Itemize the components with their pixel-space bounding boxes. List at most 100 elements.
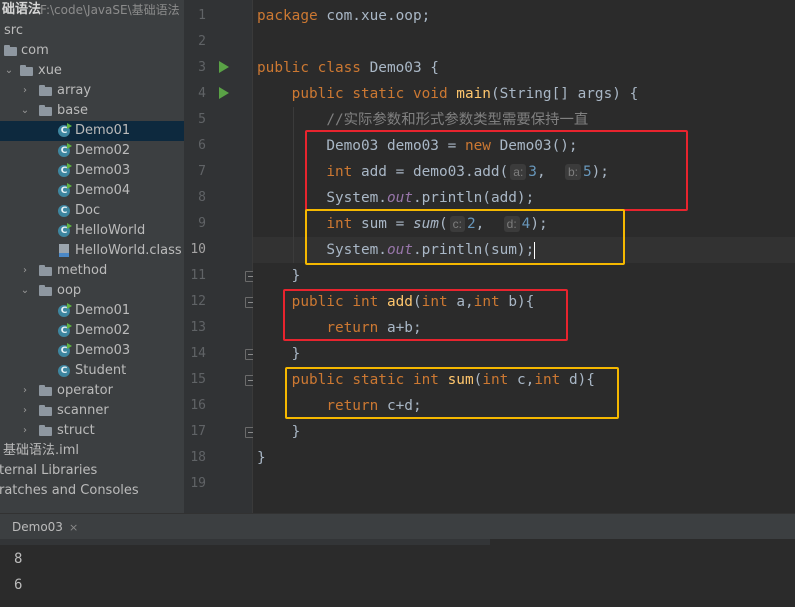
run-mark-icon [67, 343, 72, 349]
tree-item-label: HelloWorld.class [75, 243, 182, 258]
line-number: 9 [198, 216, 206, 231]
chevron-right-icon[interactable]: › [20, 81, 30, 101]
tree-item-label: xue [38, 63, 62, 78]
annotation-box-red-call [305, 130, 688, 211]
tree-item-label: Demo03 [75, 163, 131, 178]
chevron-down-icon[interactable]: ⌄ [20, 281, 30, 301]
tree-item-label: Demo02 [75, 323, 131, 338]
tree-item-label: Demo03 [75, 343, 131, 358]
run-mark-icon [67, 183, 72, 189]
package-icon [39, 385, 52, 396]
project-root-name: 础语法 [2, 2, 42, 17]
code-text: } [291, 268, 301, 284]
tree-item-oop-demo03[interactable]: C Demo03 [0, 341, 184, 361]
line-number: 7 [198, 164, 206, 179]
code-text: } [257, 450, 266, 466]
chevron-right-icon[interactable]: › [20, 401, 30, 421]
tree-item-label: scanner [57, 403, 109, 418]
line-number: 13 [190, 320, 206, 335]
tree-item-base-demo04[interactable]: C Demo04 [0, 181, 184, 201]
chevron-down-icon[interactable]: ⌄ [20, 101, 30, 121]
tree-item-xue[interactable]: ⌄ xue [0, 61, 184, 81]
tree-item-operator[interactable]: › operator [0, 381, 184, 401]
run-tab-demo03[interactable]: Demo03 × [0, 514, 78, 540]
line-number: 6 [198, 138, 206, 153]
run-mark-icon [67, 143, 72, 149]
tree-item-oop[interactable]: ⌄ oop [0, 281, 184, 301]
method-name: main [456, 86, 491, 102]
tree-item-label: array [57, 83, 92, 98]
params: (String[] args) { [490, 86, 639, 102]
class-name: Demo03 { [360, 60, 439, 76]
project-root-row[interactable]: 础语法 F:\code\JavaSE\基础语法 [0, 0, 184, 20]
run-main-icon[interactable] [219, 87, 229, 99]
tree-item-helloworld-class[interactable]: HelloWorld.class [0, 241, 184, 261]
annotation-box-red-method [283, 289, 568, 341]
keyword: class [317, 60, 361, 76]
line-number: 4 [198, 86, 206, 101]
tree-item-student[interactable]: C Student [0, 361, 184, 381]
close-icon[interactable]: × [69, 521, 78, 534]
chevron-right-icon[interactable]: › [20, 261, 30, 281]
tree-item-label: ternal Libraries [0, 463, 98, 478]
run-mark-icon [67, 123, 72, 129]
line-number: 2 [198, 34, 206, 49]
class-file-icon [59, 244, 69, 257]
chevron-right-icon[interactable]: › [20, 381, 30, 401]
annotation-box-yellow-method [285, 367, 619, 419]
line-number: 15 [190, 372, 206, 387]
package-icon [39, 85, 52, 96]
tree-item-base-demo02[interactable]: C Demo02 [0, 141, 184, 161]
tree-item-label: struct [57, 423, 95, 438]
tree-item-label: Demo01 [75, 123, 131, 138]
line-number: 18 [190, 450, 206, 465]
line-number: 10 [190, 242, 206, 257]
package-icon [4, 45, 17, 56]
tree-item-method[interactable]: › method [0, 261, 184, 281]
tree-item-struct[interactable]: › struct [0, 421, 184, 441]
comment: //实际参数和形式参数类型需要保持一直 [326, 112, 589, 128]
tree-item-label: base [57, 103, 88, 118]
tree-item-doc[interactable]: C Doc [0, 201, 184, 221]
tree-item-array[interactable]: › array [0, 81, 184, 101]
line-number: 14 [190, 346, 206, 361]
line-number: 12 [190, 294, 206, 309]
tree-item-scratches[interactable]: ratches and Consoles [0, 481, 184, 501]
code-line-17: } [257, 419, 301, 445]
code-line-1: package com.xue.oop; [257, 3, 430, 29]
line-number: 8 [198, 190, 206, 205]
tree-item-oop-demo01[interactable]: C Demo01 [0, 301, 184, 321]
tree-item-label: ratches and Consoles [0, 483, 139, 498]
keyword: package [257, 8, 318, 24]
keyword: void [412, 86, 448, 102]
tree-item-label: Student [75, 363, 127, 378]
tree-item-src[interactable]: src [0, 21, 184, 41]
package-name: com.xue.oop; [317, 8, 431, 24]
run-class-icon[interactable] [219, 61, 229, 73]
tree-item-oop-demo02[interactable]: C Demo02 [0, 321, 184, 341]
package-icon [39, 265, 52, 276]
run-mark-icon [67, 323, 72, 329]
tree-item-external-libraries[interactable]: ternal Libraries [0, 461, 184, 481]
code-editor[interactable]: package com.xue.oop; public class Demo03… [253, 0, 795, 513]
project-root-path: F:\code\JavaSE\基础语法 [40, 3, 180, 17]
chevron-right-icon[interactable]: › [20, 421, 30, 441]
run-console[interactable]: 8 6 [0, 539, 795, 607]
tree-item-label: oop [57, 283, 82, 298]
package-icon [39, 405, 52, 416]
tree-item-base-demo01[interactable]: C Demo01 [0, 121, 184, 141]
tree-item-scanner[interactable]: › scanner [0, 401, 184, 421]
tree-item-helloworld[interactable]: C HelloWorld [0, 221, 184, 241]
code-text: } [291, 346, 301, 362]
tree-item-base[interactable]: ⌄ base [0, 101, 184, 121]
keyword: public [257, 60, 309, 76]
tree-item-com[interactable]: com [0, 41, 184, 61]
run-tool-window-header: Demo03 × [0, 513, 795, 540]
tree-item-base-demo03[interactable]: C Demo03 [0, 161, 184, 181]
tree-item-iml[interactable]: 基础语法.iml [0, 441, 184, 461]
console-output-line: 8 [14, 551, 23, 567]
chevron-down-icon[interactable]: ⌄ [4, 61, 14, 81]
tree-item-label: Demo04 [75, 183, 131, 198]
project-tree-panel: 础语法 F:\code\JavaSE\基础语法 src com ⌄ xue › … [0, 0, 184, 513]
run-mark-icon [67, 303, 72, 309]
